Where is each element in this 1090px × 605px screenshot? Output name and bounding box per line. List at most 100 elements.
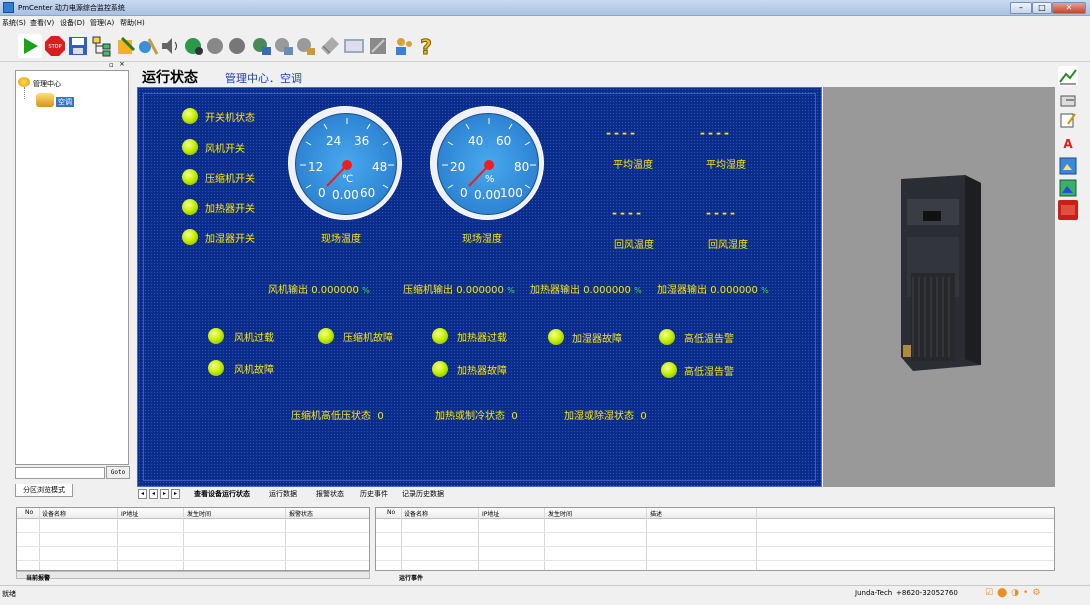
record-icon[interactable] [1058, 200, 1078, 220]
close-button[interactable]: ✕ [1052, 2, 1086, 14]
maximize-button[interactable]: □ [1032, 2, 1052, 14]
page-subtitle: 管理中心．空调 [225, 72, 302, 85]
edit-doc-icon[interactable] [1058, 110, 1078, 130]
page-title: 运行状态 [142, 70, 198, 86]
power-status-led [182, 108, 198, 124]
save-icon[interactable] [66, 34, 90, 58]
text-icon[interactable]: A [1058, 134, 1078, 154]
right-toolbar: A [1058, 62, 1080, 222]
heat-cool-state: 加热或制冷状态 0 [435, 407, 518, 422]
view-tabs: ◂ ◂ ▸ ▸ 查看设备运行状态 运行数据 报警状态 历史事件 记录历史数据 [137, 487, 1055, 501]
humidifier-output-label: 加湿器输出 [657, 285, 707, 296]
network-icon[interactable] [250, 34, 274, 58]
tree-icon[interactable] [90, 34, 114, 58]
menu-manage[interactable]: 管理(A) [90, 18, 114, 28]
tray-check-icon[interactable]: ☑ [985, 588, 993, 601]
table-row [376, 560, 1054, 561]
fan-output-value: 0.000000 [311, 285, 359, 296]
gauge-tick: 48 [372, 160, 388, 174]
compressor-fault-label: 压缩机故障 [343, 333, 393, 344]
tab-alarm-status[interactable]: 报警状态 [316, 489, 344, 499]
tree-line [24, 87, 25, 99]
close-pane-icon[interactable]: × [119, 60, 125, 68]
gauge-tick: 12 [308, 160, 324, 174]
pencil-icon[interactable] [318, 34, 342, 58]
col-ip[interactable]: IP地址 [121, 509, 138, 518]
picture-icon[interactable] [1058, 178, 1078, 198]
sound-icon[interactable] [158, 34, 182, 58]
current-alarm-tab[interactable]: 当前报警 [26, 573, 50, 582]
goto-input[interactable] [15, 467, 105, 479]
humidity-gauge: 20 40 60 80 0 100 % 0.00 [430, 106, 544, 220]
heater-switch-led [182, 199, 198, 215]
humidity-gauge-label: 现场湿度 [462, 234, 502, 245]
window-title: PmCenter 动力电源综合监控系统 [18, 4, 125, 12]
run-event-tab[interactable]: 运行事件 [399, 573, 423, 582]
col-time[interactable]: 发生时间 [548, 509, 572, 518]
fan-output: 风机输出 0.000000 % [268, 281, 370, 296]
tools-icon[interactable] [114, 34, 138, 58]
users-icon[interactable] [392, 34, 416, 58]
compressor-pressure-state-label: 压缩机高低压状态 [291, 411, 371, 422]
return-temp-label: 回风温度 [614, 240, 654, 251]
export-icon[interactable] [1058, 90, 1078, 110]
compressor-pressure-state: 压缩机高低压状态 0 [291, 407, 384, 422]
compressor-pressure-state-value: 0 [377, 411, 384, 422]
gauge-tick: 80 [514, 160, 530, 174]
col-alarm-status[interactable]: 报警状态 [289, 509, 313, 518]
compressor-output-label: 压缩机输出 [403, 285, 453, 296]
tab-device-status[interactable]: 查看设备运行状态 [194, 489, 250, 499]
tree-root-label[interactable]: 管理中心 [33, 79, 61, 89]
col-time[interactable]: 发生时间 [187, 509, 211, 518]
title-bar: PmCenter 动力电源综合监控系统 – □ ✕ [0, 0, 1090, 16]
tree-child-label[interactable]: 空调 [56, 97, 74, 107]
goto-button[interactable]: Goto [106, 466, 130, 479]
globe-off-icon[interactable] [226, 34, 250, 58]
col-no[interactable]: No [387, 509, 395, 516]
col-device-name[interactable]: 设备名称 [42, 509, 66, 518]
globe-gray-icon[interactable] [204, 34, 228, 58]
menu-device[interactable]: 设备(D) [60, 18, 85, 28]
col-device-name[interactable]: 设备名称 [404, 509, 428, 518]
table-row [376, 546, 1054, 547]
return-humidity-label: 回风湿度 [708, 240, 748, 251]
tray-settings-icon[interactable]: ⚙ [1032, 588, 1040, 601]
help-icon[interactable]: ? [416, 34, 440, 60]
tab-run-data[interactable]: 运行数据 [269, 489, 297, 499]
globe-icon[interactable] [182, 34, 206, 58]
fan-switch-led [182, 139, 198, 155]
humidifier-output-value: 0.000000 [710, 285, 758, 296]
col-description[interactable]: 描述 [650, 509, 662, 518]
compressor-output: 压缩机输出 0.000000 % [403, 281, 515, 296]
menu-system[interactable]: 系统(S) [2, 18, 26, 28]
network-gray-icon[interactable] [272, 34, 296, 58]
tab-prev-icon[interactable]: ◂ [149, 489, 158, 499]
tab-last-icon[interactable]: ▸ [171, 489, 180, 499]
tab-history-events[interactable]: 历史事件 [360, 489, 388, 499]
tray-moon-icon[interactable]: ◑ [1011, 588, 1019, 601]
minimize-button[interactable]: – [1010, 2, 1032, 14]
chart-line-icon[interactable] [1058, 66, 1078, 86]
tray-input-icon[interactable]: ⬤ [997, 588, 1007, 601]
partition-browse-tab[interactable]: 分区浏览模式 [15, 484, 73, 497]
humidifier-output-unit: % [761, 286, 769, 295]
alarm-grid-scrollbar[interactable] [16, 571, 370, 579]
tab-record-history[interactable]: 记录历史数据 [402, 489, 444, 499]
fan-output-label: 风机输出 [268, 285, 308, 296]
pin-icon[interactable]: ▫ [109, 61, 114, 69]
image-edit-icon[interactable] [1058, 156, 1078, 176]
fan-fault-label: 风机故障 [234, 365, 274, 376]
screen-icon[interactable] [342, 34, 366, 58]
note-icon[interactable] [366, 34, 390, 58]
network-lock-icon[interactable] [294, 34, 318, 58]
stop-icon[interactable]: STOP [43, 34, 67, 58]
col-ip[interactable]: IP地址 [482, 509, 499, 518]
wizard-icon[interactable] [136, 34, 160, 58]
tray-dot-icon[interactable]: • [1023, 588, 1028, 601]
menu-help[interactable]: 帮助(H) [120, 18, 145, 28]
tab-first-icon[interactable]: ◂ [138, 489, 147, 499]
menu-view[interactable]: 查看(V) [30, 18, 54, 28]
tab-next-icon[interactable]: ▸ [160, 489, 169, 499]
run-icon[interactable] [18, 34, 42, 58]
col-no[interactable]: No [25, 509, 33, 516]
